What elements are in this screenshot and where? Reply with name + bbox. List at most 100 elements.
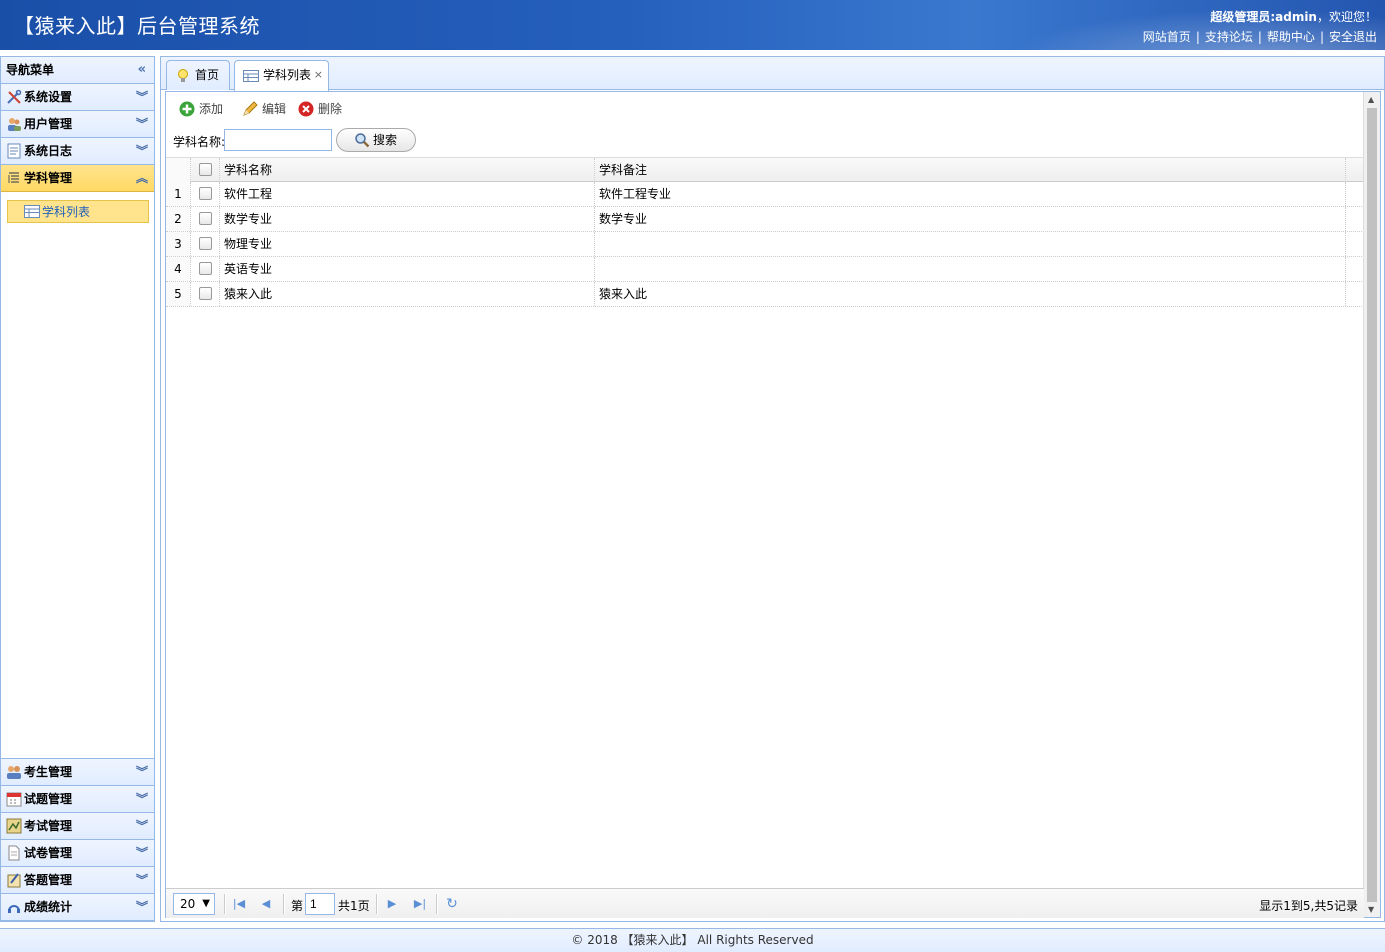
nav-subject-management[interactable]: 学科管理 ︽ [1,165,154,192]
row-number: 2 [166,207,191,231]
tab-home[interactable]: 首页 [166,60,230,90]
table-row[interactable]: 4 英语专业 [166,257,1364,282]
tab-label: 首页 [195,68,220,82]
row-checkbox[interactable] [191,182,220,206]
link-help-center[interactable]: 帮助中心 [1267,30,1315,44]
first-page-icon[interactable]: |◀ [230,894,248,914]
username: admin [1275,10,1317,24]
subject-name-input[interactable] [224,129,332,151]
calendar-icon [6,792,22,807]
select-all-checkbox[interactable] [191,158,220,182]
nav-item-label: 学科列表 [42,205,91,219]
data-grid: 学科名称 学科备注 1 软件工程 软件工程专业 2 数学专业 数学专业 3 物理… [166,157,1364,888]
page-number-input[interactable] [305,893,335,915]
header: 【猿来入此】后台管理系统 超级管理员:admin，欢迎您！ 网站首页 | 支持论坛 |… [0,0,1385,50]
pager-separator [283,894,285,914]
chevron-down-icon: ︾ [135,90,148,104]
row-checkbox[interactable] [191,257,220,281]
nav-user-management[interactable]: 用户管理 ︾ [1,111,154,138]
welcome-text: 超级管理员:admin，欢迎您！ [1210,8,1377,25]
nav-panel: 导航菜单 « 系统设置 ︾ 用户管理 ︾ 系统日志 ︾ 学科管理 ︽ 学科列表 … [0,56,155,922]
row-number: 5 [166,282,191,306]
column-header-subject-name[interactable]: 学科名称 [220,158,595,182]
nav-question-management[interactable]: 试题管理 ︾ [1,786,154,813]
table-icon [243,70,259,82]
nav-student-management[interactable]: 考生管理 ︾ [1,759,154,786]
table-row[interactable]: 3 物理专业 [166,232,1364,257]
welcome-prefix: 超级管理员: [1210,10,1276,24]
tab-subject-list[interactable]: 学科列表 × [234,60,329,91]
page-size-select[interactable]: 20 ▼ [173,893,215,915]
close-tab-icon[interactable]: × [314,61,323,89]
table-row[interactable]: 2 数学专业 数学专业 [166,207,1364,232]
row-number: 4 [166,257,191,281]
pager-separator [224,894,226,914]
scrollbar-thumb[interactable] [1367,108,1377,902]
table-row[interactable]: 5 猿来入此 猿来入此 [166,282,1364,307]
chevron-up-icon: ︽ [135,171,148,185]
add-label: 添加 [199,102,224,116]
list-icon [8,172,19,183]
page-total: 共1页 [338,899,370,913]
nav-paper-management[interactable]: 试卷管理 ︾ [1,840,154,867]
nav-system-settings[interactable]: 系统设置 ︾ [1,84,154,111]
delete-icon [298,101,314,117]
nav-answer-management[interactable]: 答题管理 ︾ [1,867,154,894]
delete-button[interactable]: 删除 [298,99,342,119]
add-icon [179,101,195,117]
next-page-icon[interactable]: ▶ [383,894,401,914]
nav-label: 用户管理 [24,117,73,131]
vertical-scrollbar[interactable]: ▲ ▼ [1363,92,1380,917]
scroll-up-icon[interactable]: ▲ [1368,95,1374,104]
table-icon [24,205,40,218]
chevron-down-icon: ︾ [135,873,148,887]
scroll-down-icon[interactable]: ▼ [1368,905,1374,914]
row-number-header [166,158,191,182]
link-support-forum[interactable]: 支持论坛 [1205,30,1253,44]
top-links: 网站首页 | 支持论坛 | 帮助中心 | 安全退出 [1142,30,1377,44]
stats-icon [8,905,20,913]
tools-icon [7,89,22,104]
add-button[interactable]: 添加 [179,99,223,119]
collapse-nav-icon[interactable]: « [138,57,146,83]
search-row: 学科名称: 搜索 [166,124,1380,156]
content-panel: 添加 编辑 删除 学科名称: 搜索 学科名称 学科备注 1 软件工程 软件工程专… [165,91,1381,918]
last-page-icon[interactable]: ▶| [411,894,429,914]
column-header-subject-remark[interactable]: 学科备注 [595,158,1346,182]
system-title: 【猿来入此】后台管理系统 [14,14,260,38]
chevron-down-icon: ︾ [135,117,148,131]
nav-label: 试题管理 [24,792,73,806]
search-button[interactable]: 搜索 [336,128,416,152]
row-checkbox[interactable] [191,232,220,256]
chevron-down-icon: ︾ [135,792,148,806]
delete-label: 删除 [318,102,343,116]
nav-label: 学科管理 [24,171,73,185]
nav-system-log[interactable]: 系统日志 ︾ [1,138,154,165]
refresh-icon[interactable]: ↻ [443,894,461,914]
log-icon [7,143,21,159]
cell-subject-remark: 软件工程专业 [595,182,1346,206]
edit-button[interactable]: 编辑 [242,99,286,119]
dropdown-arrow-icon: ▼ [202,898,210,909]
nav-item-subject-list[interactable]: 学科列表 [7,200,149,223]
students-icon [7,766,21,779]
grid-header: 学科名称 学科备注 [166,157,1364,182]
nav-label: 考生管理 [24,765,73,779]
search-label: 学科名称: [173,135,226,149]
bulb-icon [178,69,188,82]
chevron-down-icon: ︾ [135,846,148,860]
link-site-home[interactable]: 网站首页 [1143,30,1191,44]
pagination-bar: 20 ▼ |◀ ◀ 第 共1页 ▶ ▶| ↻ 显示1到5,共5记录 [166,888,1364,918]
pager-separator [376,894,378,914]
row-checkbox[interactable] [191,282,220,306]
table-row[interactable]: 1 软件工程 软件工程专业 [166,182,1364,207]
cell-subject-remark: 猿来入此 [595,282,1346,306]
exam-icon [6,818,22,834]
row-checkbox[interactable] [191,207,220,231]
nav-exam-management[interactable]: 考试管理 ︾ [1,813,154,840]
prev-page-icon[interactable]: ◀ [257,894,275,914]
cell-subject-remark [595,232,1346,256]
nav-score-statistics[interactable]: 成绩统计 ︾ [1,894,154,921]
link-logout[interactable]: 安全退出 [1329,30,1377,44]
page-info: 显示1到5,共5记录 [1259,899,1358,913]
